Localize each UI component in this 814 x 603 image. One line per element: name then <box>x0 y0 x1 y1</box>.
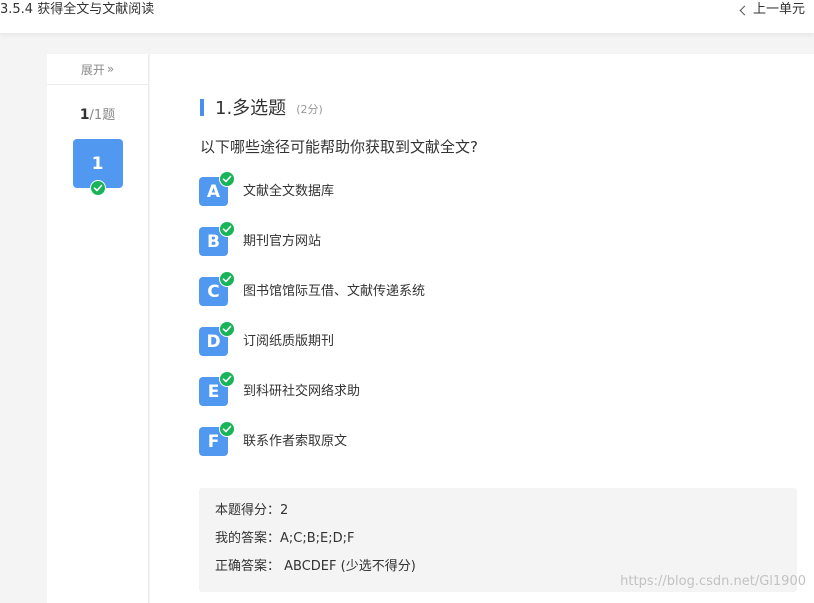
my-answer: 我的答案：A;C;B;E;D;F <box>215 531 355 546</box>
option-d[interactable]: D 订阅纸质版期刊 <box>199 321 425 377</box>
check-icon <box>219 321 235 337</box>
question-score: (2分) <box>296 103 323 116</box>
chevron-left-icon <box>739 5 750 15</box>
question-counter: 1/1题 <box>47 104 148 123</box>
option-text: 到科研社交网络求助 <box>243 384 361 399</box>
option-letter: C <box>199 271 235 306</box>
check-icon <box>219 221 235 237</box>
title-accent-bar <box>200 98 204 116</box>
check-icon <box>219 171 235 187</box>
option-letter: D <box>199 321 235 356</box>
option-text: 图书馆馆际互借、文献传递系统 <box>243 284 426 299</box>
watermark: https://blog.csdn.net/Gl1900 <box>620 574 806 589</box>
check-icon <box>219 271 235 287</box>
check-icon <box>219 371 235 387</box>
question-header: 1.多选题 (2分) <box>200 94 323 120</box>
option-letter-text: E <box>207 381 220 402</box>
option-text: 订阅纸质版期刊 <box>243 334 335 349</box>
unit-title: 3.5.4 获得全文与文献阅读 <box>0 2 155 17</box>
question-nav-sidebar: 展开 » 1/1题 1 <box>47 54 149 603</box>
check-icon <box>89 180 106 196</box>
question-text: 以下哪些途径可能帮助你获取到文献全文? <box>200 138 478 156</box>
expand-label: 展开 <box>80 62 105 77</box>
question-nav-number: 1 <box>91 153 104 174</box>
option-letter-text: A <box>206 181 221 202</box>
option-a[interactable]: A 文献全文数据库 <box>199 171 425 227</box>
option-text: 期刊官方网站 <box>243 234 322 249</box>
option-letter: A <box>199 171 235 206</box>
expand-button[interactable]: 展开 » <box>47 54 148 85</box>
prev-unit-label: 上一单元 <box>752 2 805 17</box>
option-letter-text: F <box>207 431 220 452</box>
option-letter-text: B <box>207 231 220 252</box>
double-chevron-right-icon: » <box>106 62 115 76</box>
question-panel: 1.多选题 (2分) 以下哪些途径可能帮助你获取到文献全文? A 文献全文数据库… <box>150 54 814 603</box>
question-nav-item-1[interactable]: 1 <box>72 139 123 196</box>
option-list: A 文献全文数据库 B 期刊官方网站 C 图书馆馆际互借、文献传递系统 D 订阅… <box>199 171 426 477</box>
option-letter-text: D <box>206 331 221 352</box>
question-title: 1.多选题 <box>215 98 287 119</box>
question-score-result: 本题得分：2 <box>215 503 289 518</box>
option-f[interactable]: F 联系作者索取原文 <box>199 421 425 477</box>
option-b[interactable]: B 期刊官方网站 <box>199 221 425 277</box>
top-bar: 3.5.4 获得全文与文献阅读 上一单元 <box>0 0 814 33</box>
option-e[interactable]: E 到科研社交网络求助 <box>199 371 425 427</box>
option-c[interactable]: C 图书馆馆际互借、文献传递系统 <box>199 271 426 327</box>
prev-unit-link[interactable]: 上一单元 <box>739 2 805 18</box>
check-icon <box>219 421 235 437</box>
total-question-count: /1题 <box>89 108 116 123</box>
option-letter: F <box>199 421 235 456</box>
option-text: 联系作者索取原文 <box>243 434 348 449</box>
option-letter: B <box>199 221 235 256</box>
current-question-count: 1 <box>79 107 90 123</box>
option-letter: E <box>199 371 235 406</box>
option-letter-text: C <box>207 281 220 302</box>
option-text: 文献全文数据库 <box>243 184 335 199</box>
